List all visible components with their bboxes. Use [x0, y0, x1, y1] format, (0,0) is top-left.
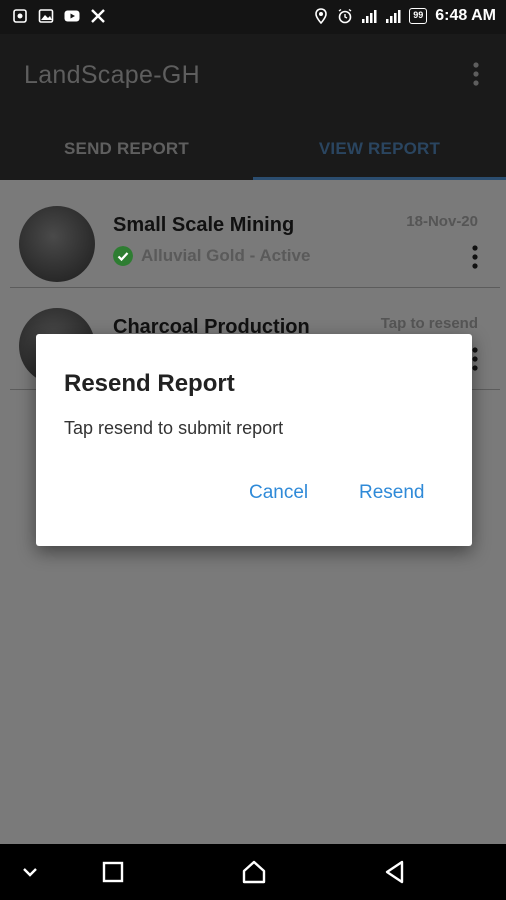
chevron-down-icon[interactable]: [16, 858, 44, 886]
battery-indicator: 99: [409, 8, 428, 24]
report-subtitle: Alluvial Gold - Active: [113, 246, 310, 266]
more-vert-icon[interactable]: [470, 244, 480, 270]
settings-sync-icon: [13, 9, 27, 23]
tab-view-report[interactable]: VIEW REPORT: [253, 129, 506, 180]
resend-button[interactable]: Resend: [359, 482, 425, 504]
report-resend-hint: Tap to resend: [380, 315, 478, 332]
alarm-icon: [338, 8, 352, 24]
check-circle-icon: [113, 246, 133, 266]
app-title: LandScape-GH: [24, 61, 200, 89]
clock: 6:48 AM: [435, 7, 496, 24]
navigation-bar: [0, 844, 506, 900]
x-icon: [91, 9, 105, 23]
tab-bar: SEND REPORT VIEW REPORT: [0, 129, 506, 180]
status-bar: 99 6:48 AM: [0, 0, 506, 34]
notification-icons: [12, 8, 106, 24]
overflow-menu-icon[interactable]: [466, 60, 486, 88]
app-bar: LandScape-GH SEND REPORT VIEW REPORT: [0, 34, 506, 180]
image-icon: [38, 9, 54, 23]
dialog-message: Tap resend to submit report: [64, 418, 284, 438]
resend-report-dialog: Resend Report Tap resend to submit repor…: [36, 334, 472, 546]
report-status-text: Alluvial Gold - Active: [141, 246, 311, 265]
list-item[interactable]: Small Scale Mining Alluvial Gold - Activ…: [10, 188, 500, 288]
signal-icon: [362, 10, 377, 23]
recents-icon[interactable]: [99, 858, 127, 886]
system-indicators: 99 6:48 AM: [313, 7, 496, 25]
tab-send-report[interactable]: SEND REPORT: [0, 129, 253, 180]
youtube-icon: [64, 10, 80, 22]
avatar: [19, 206, 95, 282]
home-icon[interactable]: [240, 858, 268, 886]
signal-icon: [386, 10, 401, 23]
back-icon[interactable]: [381, 858, 409, 886]
report-title: Small Scale Mining: [113, 214, 295, 236]
dialog-title: Resend Report: [64, 370, 235, 397]
report-date: 18-Nov-20: [406, 213, 478, 230]
cancel-button[interactable]: Cancel: [249, 482, 308, 504]
location-icon: [315, 8, 328, 24]
